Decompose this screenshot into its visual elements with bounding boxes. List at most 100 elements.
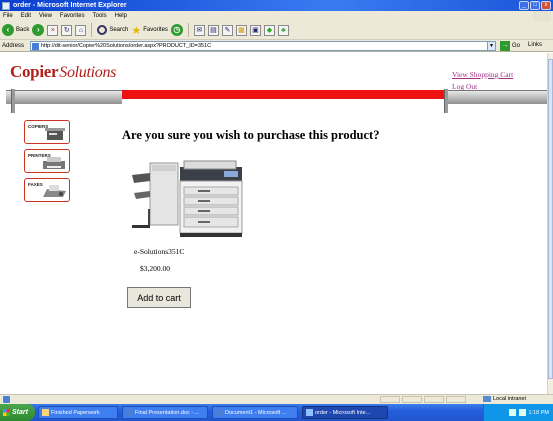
go-arrow-icon: → [500, 41, 510, 51]
back-button[interactable]: ‹ Back [2, 24, 29, 36]
toolbar-separator [187, 23, 189, 37]
ie-icon [2, 1, 10, 10]
status-cell [380, 396, 400, 403]
chevron-down-icon[interactable]: ▼ [487, 42, 495, 50]
security-zone: Local intranet [483, 396, 526, 402]
side-nav: COPIERS PRINTERS FAXES [24, 120, 70, 202]
status-cell [402, 396, 422, 403]
star-icon: ★ [131, 24, 142, 37]
windows-logo-icon [533, 11, 551, 21]
task-document1[interactable]: Document1 - Microsoft ... [212, 406, 298, 419]
task-label: Finished Paperwork [51, 409, 100, 416]
search-icon [97, 25, 108, 35]
maximize-button[interactable]: □ [530, 1, 540, 10]
logo-main: Copier [10, 62, 59, 81]
window-controls: _ □ x [519, 1, 551, 10]
back-arrow-icon: ‹ [2, 24, 14, 36]
header-bar-left [6, 89, 122, 113]
zone-label: Local intranet [493, 396, 527, 402]
window-title: order - Microsoft Internet Explorer [13, 2, 127, 9]
tray-icon[interactable] [508, 409, 516, 416]
status-cells [380, 396, 466, 403]
print-button[interactable]: ▤ [207, 24, 219, 36]
header-bar-red [122, 90, 444, 99]
home-button[interactable]: ⌂ [75, 24, 87, 36]
messenger-button[interactable]: ▣ [249, 24, 261, 36]
minimize-button[interactable]: _ [519, 1, 529, 10]
close-button[interactable]: x [541, 1, 551, 10]
status-cell [446, 396, 466, 403]
menu-bar: File Edit View Favorites Tools Help [0, 11, 553, 21]
back-label: Back [16, 27, 30, 33]
product-image [132, 160, 243, 237]
header-links: View Shopping Cart Log Out [452, 70, 513, 91]
mail-button[interactable]: ✉ [193, 24, 205, 36]
forward-button[interactable]: › [32, 24, 45, 36]
word-doc-icon [126, 409, 133, 416]
search-label: Search [109, 27, 129, 33]
toolbar-separator [91, 23, 93, 37]
taskbar: Start Finished Paperwork Final Presentat… [0, 404, 553, 421]
discuss-button[interactable]: ▦ [235, 24, 247, 36]
nav-faxes-button[interactable]: FAXES [24, 178, 70, 202]
bar-notch [444, 89, 448, 113]
header-bar-right [444, 89, 547, 113]
logo-sub: Solutions [59, 64, 117, 81]
vertical-scrollbar[interactable] [547, 53, 553, 394]
page-icon [32, 43, 39, 50]
windows-flag-icon [3, 409, 10, 416]
clock: 1:18 PM [528, 409, 549, 416]
task-final-presentation[interactable]: Final Presentation.doc - ... [122, 406, 208, 419]
page-content: CopierSolutions View Shopping Cart Log O… [0, 53, 547, 394]
toolbar: ‹ Back › × ↻ ⌂ Search ★ Favorites ◷ ✉ ▤ … [0, 21, 553, 40]
address-url: http://dit-senior/Copier%20Solutions/ord… [41, 43, 212, 49]
folder-icon [42, 409, 49, 416]
start-button[interactable]: Start [0, 404, 35, 421]
nav-printers-button[interactable]: PRINTERS [24, 149, 70, 173]
favorites-button[interactable]: ★ Favorites [131, 24, 168, 37]
address-bar: Address http://dit-senior/Copier%20Solut… [0, 40, 553, 52]
menu-help[interactable]: Help [115, 13, 127, 19]
add-to-cart-button[interactable]: Add to cart [127, 287, 191, 308]
window-titlebar: order - Microsoft Internet Explorer _ □ … [0, 0, 553, 11]
scrollbar-thumb[interactable] [548, 59, 553, 379]
task-finished-paperwork[interactable]: Finished Paperwork [38, 406, 118, 419]
address-input[interactable]: http://dit-senior/Copier%20Solutions/ord… [30, 41, 496, 51]
menu-tools[interactable]: Tools [93, 13, 107, 19]
confirm-question: Are you sure you wish to purchase this p… [122, 128, 380, 142]
bar-notch [11, 89, 15, 113]
word-doc-icon [216, 409, 223, 416]
menu-view[interactable]: View [39, 13, 52, 19]
printer-icon [43, 157, 65, 169]
nav-copiers-button[interactable]: COPIERS [24, 120, 70, 144]
ie-icon [306, 409, 313, 416]
product-price: $3,200.00 [140, 264, 170, 273]
menu-favorites[interactable]: Favorites [60, 13, 85, 19]
links-button[interactable]: Links [528, 42, 542, 48]
go-label: Go [512, 43, 521, 49]
favorites-label: Favorites [143, 27, 168, 33]
menu-file[interactable]: File [3, 13, 13, 19]
research-button[interactable]: ◆ [263, 24, 275, 36]
system-tray: 1:18 PM [483, 404, 553, 421]
go-button[interactable]: → Go [500, 41, 520, 51]
task-label: Document1 - Microsoft ... [225, 409, 287, 416]
refresh-button[interactable]: ↻ [61, 24, 73, 36]
copier-solutions-logo: CopierSolutions [10, 62, 116, 82]
status-cell [424, 396, 444, 403]
menu-edit[interactable]: Edit [21, 13, 31, 19]
status-bar: Local intranet [0, 394, 553, 404]
task-label: order - Microsoft Inte... [315, 409, 371, 416]
start-label: Start [12, 409, 28, 416]
copier-icon [45, 128, 65, 140]
edit-button[interactable]: ✎ [221, 24, 233, 36]
tray-icon[interactable] [518, 409, 526, 416]
search-button[interactable]: Search [97, 25, 128, 35]
history-button[interactable]: ◷ [170, 24, 183, 36]
address-label: Address [2, 42, 25, 49]
task-order-ie[interactable]: order - Microsoft Inte... [302, 406, 388, 419]
page-status-icon [3, 396, 10, 403]
stop-button[interactable]: × [47, 24, 59, 36]
view-shopping-cart-link[interactable]: View Shopping Cart [452, 70, 513, 79]
media-button[interactable]: ♣ [277, 24, 289, 36]
